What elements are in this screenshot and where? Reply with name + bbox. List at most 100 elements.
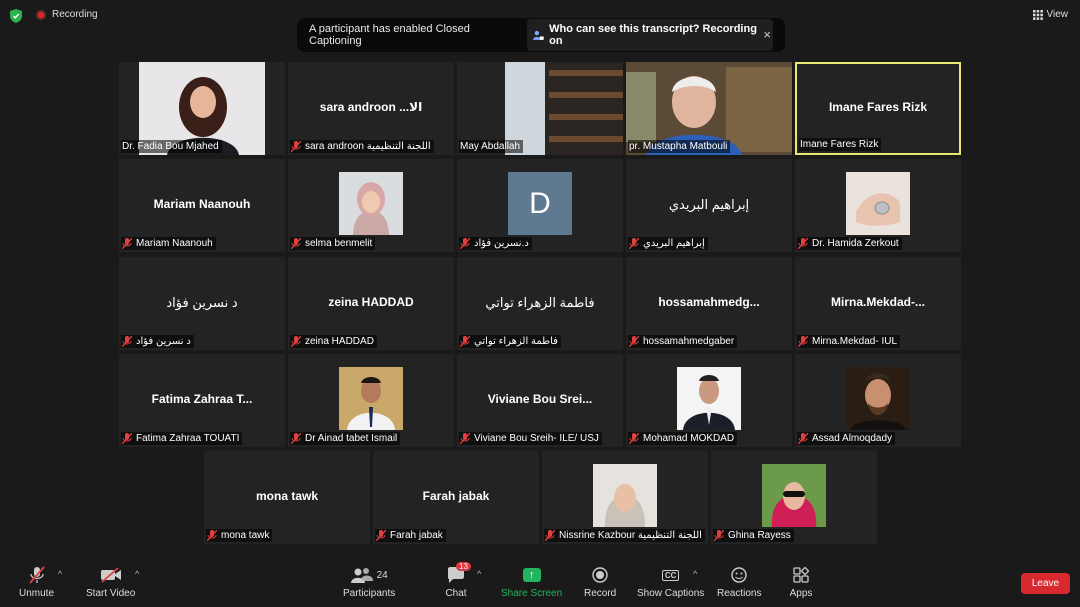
participant-name: Nissrine Kazbour اللجنة التنظيمية (559, 530, 702, 541)
audio-options-chevron-icon[interactable]: ^ (58, 569, 62, 579)
captions-options-chevron-icon[interactable]: ^ (693, 569, 697, 579)
participant-display-name: Imane Fares Rizk (828, 100, 928, 114)
participant-name: sara androon اللجنة التنظيمية (305, 141, 431, 152)
start-video-button[interactable]: Start Video (86, 565, 135, 599)
transcript-visibility-link[interactable]: Who can see this transcript? Recording o… (527, 19, 773, 51)
participant-name: Dr. Hamida Zerkout (812, 238, 899, 249)
video-options-chevron-icon[interactable]: ^ (135, 569, 139, 579)
video-tile[interactable]: Dr Ainad tabet Ismail (288, 354, 454, 447)
active-speaker-tile[interactable]: Imane Fares Rizk Imane Fares Rizk (795, 62, 961, 155)
participants-count: 24 (376, 569, 388, 581)
share-screen-icon: ↑ (520, 565, 544, 585)
apps-button[interactable]: Apps (789, 565, 813, 599)
video-tile[interactable]: mona tawk mona tawk (204, 451, 370, 544)
video-tile[interactable]: إبراهيم البريدي إبراهيم البريدي (626, 159, 792, 252)
participant-name: mona tawk (221, 530, 270, 541)
unmute-button[interactable]: Unmute (19, 565, 54, 599)
participant-label: Fatima Zahraa TOUATI (121, 432, 243, 445)
participant-display-name: Fatima Zahraa T... (151, 392, 253, 406)
participant-avatar-photo (677, 367, 741, 430)
participant-display-name: Mirna.Mekdad-... (830, 295, 925, 309)
reactions-button[interactable]: Reactions (717, 565, 761, 599)
record-button[interactable]: Record (584, 565, 616, 599)
chat-unread-badge: 13 (456, 562, 471, 571)
participant-label: Dr. Fadia Bou Mjahed (121, 140, 222, 153)
share-screen-label: Share Screen (501, 588, 563, 599)
participant-label: May Abdallah (459, 140, 524, 153)
view-button[interactable]: View (1032, 9, 1069, 20)
participant-display-name: mona tawk (255, 489, 318, 503)
participants-label: Participants (343, 588, 396, 599)
record-label: Record (584, 588, 617, 599)
video-tile[interactable]: D د.نسرين فؤاد (457, 159, 623, 252)
muted-mic-icon (291, 336, 301, 347)
share-screen-button[interactable]: ↑ Share Screen (501, 565, 562, 599)
video-tile[interactable]: Assad Almoqdady (795, 354, 961, 447)
chat-options-chevron-icon[interactable]: ^ (477, 569, 481, 579)
security-shield-icon[interactable] (10, 9, 22, 23)
participant-label: Ghina Rayess (713, 529, 794, 542)
leave-button[interactable]: Leave (1021, 573, 1070, 594)
participant-name: pr. Mustapha Matbouli (629, 141, 728, 152)
video-tile[interactable]: pr. Mustapha Matbouli (626, 62, 792, 155)
participant-avatar-photo (593, 464, 657, 527)
video-tile[interactable]: Dr. Hamida Zerkout (795, 159, 961, 252)
participant-name: Mohamad MOKDAD (643, 433, 735, 444)
muted-mic-icon (714, 530, 724, 541)
recording-label: Recording (52, 9, 98, 20)
video-tile[interactable]: May Abdallah (457, 62, 623, 155)
participant-display-name: إبراهيم البريدي (668, 197, 750, 212)
participant-label: Viviane Bou Sreih- ILE/ USJ (459, 432, 602, 445)
start-video-label: Start Video (86, 588, 136, 599)
video-tile[interactable]: hossamahmedg... hossamahmedgaber (626, 257, 792, 350)
participant-name: إبراهيم البريدي (643, 238, 705, 249)
video-tile[interactable]: Fatima Zahraa T... Fatima Zahraa TOUATI (119, 354, 285, 447)
video-tile[interactable]: Mirna.Mekdad-... Mirna.Mekdad- IUL (795, 257, 961, 350)
participant-label: إبراهيم البريدي (628, 237, 708, 250)
muted-mic-icon (122, 238, 132, 249)
participant-avatar-photo (846, 367, 910, 430)
participant-label: Assad Almoqdady (797, 432, 896, 445)
participant-label: mona tawk (206, 529, 273, 542)
muted-mic-icon (798, 238, 808, 249)
participant-name: Viviane Bou Sreih- ILE/ USJ (474, 433, 599, 444)
participant-label: Mariam Naanouh (121, 237, 216, 250)
participant-label: zeina HADDAD (290, 335, 377, 348)
video-tile[interactable]: Mohamad MOKDAD (626, 354, 792, 447)
participant-name: د نسرين فؤاد (136, 336, 191, 347)
participant-display-name: zeina HADDAD (328, 295, 414, 309)
close-banner-button[interactable]: × (763, 27, 771, 42)
unmute-label: Unmute (19, 588, 55, 599)
participant-name: Fatima Zahraa TOUATI (136, 433, 240, 444)
participants-button[interactable]: 24 Participants (343, 565, 395, 599)
view-label: View (1046, 9, 1069, 20)
video-off-icon (99, 565, 123, 585)
participant-label: pr. Mustapha Matbouli (628, 140, 731, 153)
video-tile[interactable]: sara androon ...الا sara androon اللجنة … (288, 62, 454, 155)
video-tile[interactable]: Mariam Naanouh Mariam Naanouh (119, 159, 285, 252)
recording-indicator[interactable]: Recording (36, 9, 98, 20)
muted-mic-icon (798, 433, 808, 444)
video-tile[interactable]: Farah jabak Farah jabak (373, 451, 539, 544)
grid-view-icon (1032, 9, 1043, 20)
reactions-label: Reactions (717, 588, 762, 599)
video-tile[interactable]: Viviane Bou Srei... Viviane Bou Sreih- I… (457, 354, 623, 447)
person-lock-icon (533, 30, 545, 40)
video-tile[interactable]: د نسرين فؤاد د نسرين فؤاد (119, 257, 285, 350)
participant-name: hossamahmedgaber (643, 336, 735, 347)
participants-icon: 24 (344, 565, 394, 585)
video-tile[interactable]: zeina HADDAD zeina HADDAD (288, 257, 454, 350)
video-tile[interactable]: selma benmelit (288, 159, 454, 252)
video-tile[interactable]: Ghina Rayess (711, 451, 877, 544)
chat-button[interactable]: 13 Chat (444, 562, 471, 599)
video-tile[interactable]: فاطمة الزهراء تواتي فاطمة الزهراء تواتي (457, 257, 623, 350)
participant-label: د نسرين فؤاد (121, 335, 194, 348)
video-tile[interactable]: Dr. Fadia Bou Mjahed (119, 62, 285, 155)
participant-label: فاطمة الزهراء تواتي (459, 335, 561, 348)
participant-name: Assad Almoqdady (812, 433, 893, 444)
muted-mic-icon (460, 238, 470, 249)
muted-mic-icon (545, 530, 555, 541)
participant-initial-avatar: D (508, 172, 572, 235)
video-tile[interactable]: Nissrine Kazbour اللجنة التنظيمية (542, 451, 708, 544)
participant-name: د.نسرين فؤاد (474, 238, 529, 249)
